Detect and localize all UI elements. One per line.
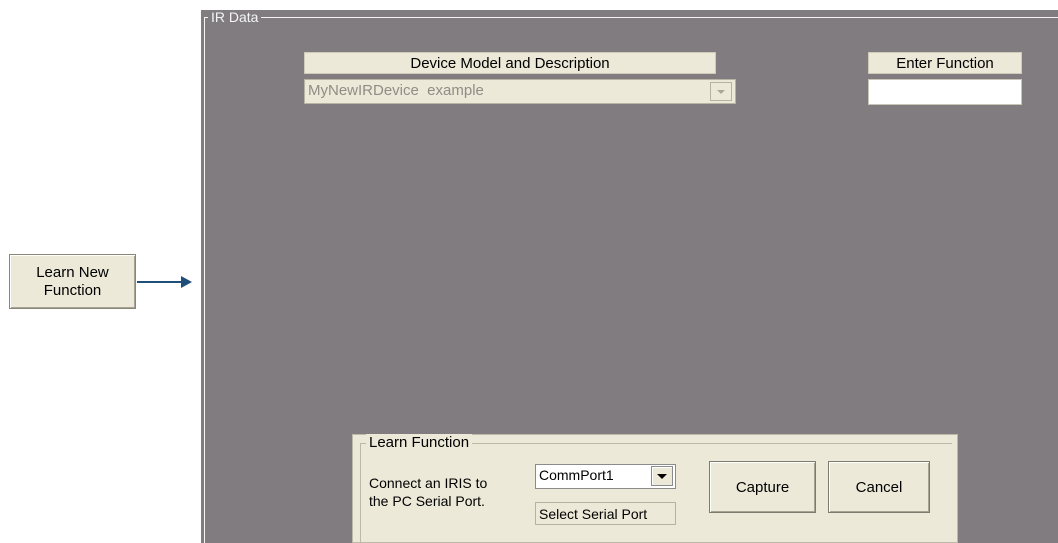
instruction-line-1: Connect an IRIS to bbox=[369, 475, 488, 491]
learn-function-instructions: Connect an IRIS to the PC Serial Port. bbox=[369, 474, 519, 510]
arrow-head-icon bbox=[181, 276, 192, 288]
serial-port-hint: Select Serial Port bbox=[535, 502, 676, 525]
dropdown-arrow-icon bbox=[657, 473, 667, 479]
capture-button[interactable]: Capture bbox=[709, 461, 816, 513]
instruction-line-2: the PC Serial Port. bbox=[369, 493, 485, 509]
dropdown-arrow-icon bbox=[717, 89, 725, 94]
cancel-button[interactable]: Cancel bbox=[828, 461, 930, 513]
panel-frame-top bbox=[204, 17, 1058, 18]
arrow-right-icon bbox=[137, 281, 183, 283]
device-model-header: Device Model and Description bbox=[304, 52, 716, 74]
serial-port-dropdown-button[interactable] bbox=[651, 466, 673, 486]
learn-new-function-button[interactable]: Learn New Function bbox=[9, 254, 136, 309]
panel-frame-left bbox=[204, 17, 205, 543]
serial-port-value: CommPort1 bbox=[539, 467, 614, 483]
learn-new-function-label-2: Function bbox=[43, 281, 102, 299]
device-model-value: MyNewIRDevice example bbox=[308, 82, 484, 99]
learn-new-function-label-1: Learn New bbox=[36, 263, 109, 281]
device-model-dropdown-button[interactable] bbox=[710, 82, 732, 101]
enter-function-input[interactable] bbox=[868, 79, 1022, 105]
panel-title: IR Data bbox=[208, 10, 262, 25]
enter-function-header: Enter Function bbox=[868, 52, 1022, 74]
learn-function-title: Learn Function bbox=[366, 434, 473, 452]
